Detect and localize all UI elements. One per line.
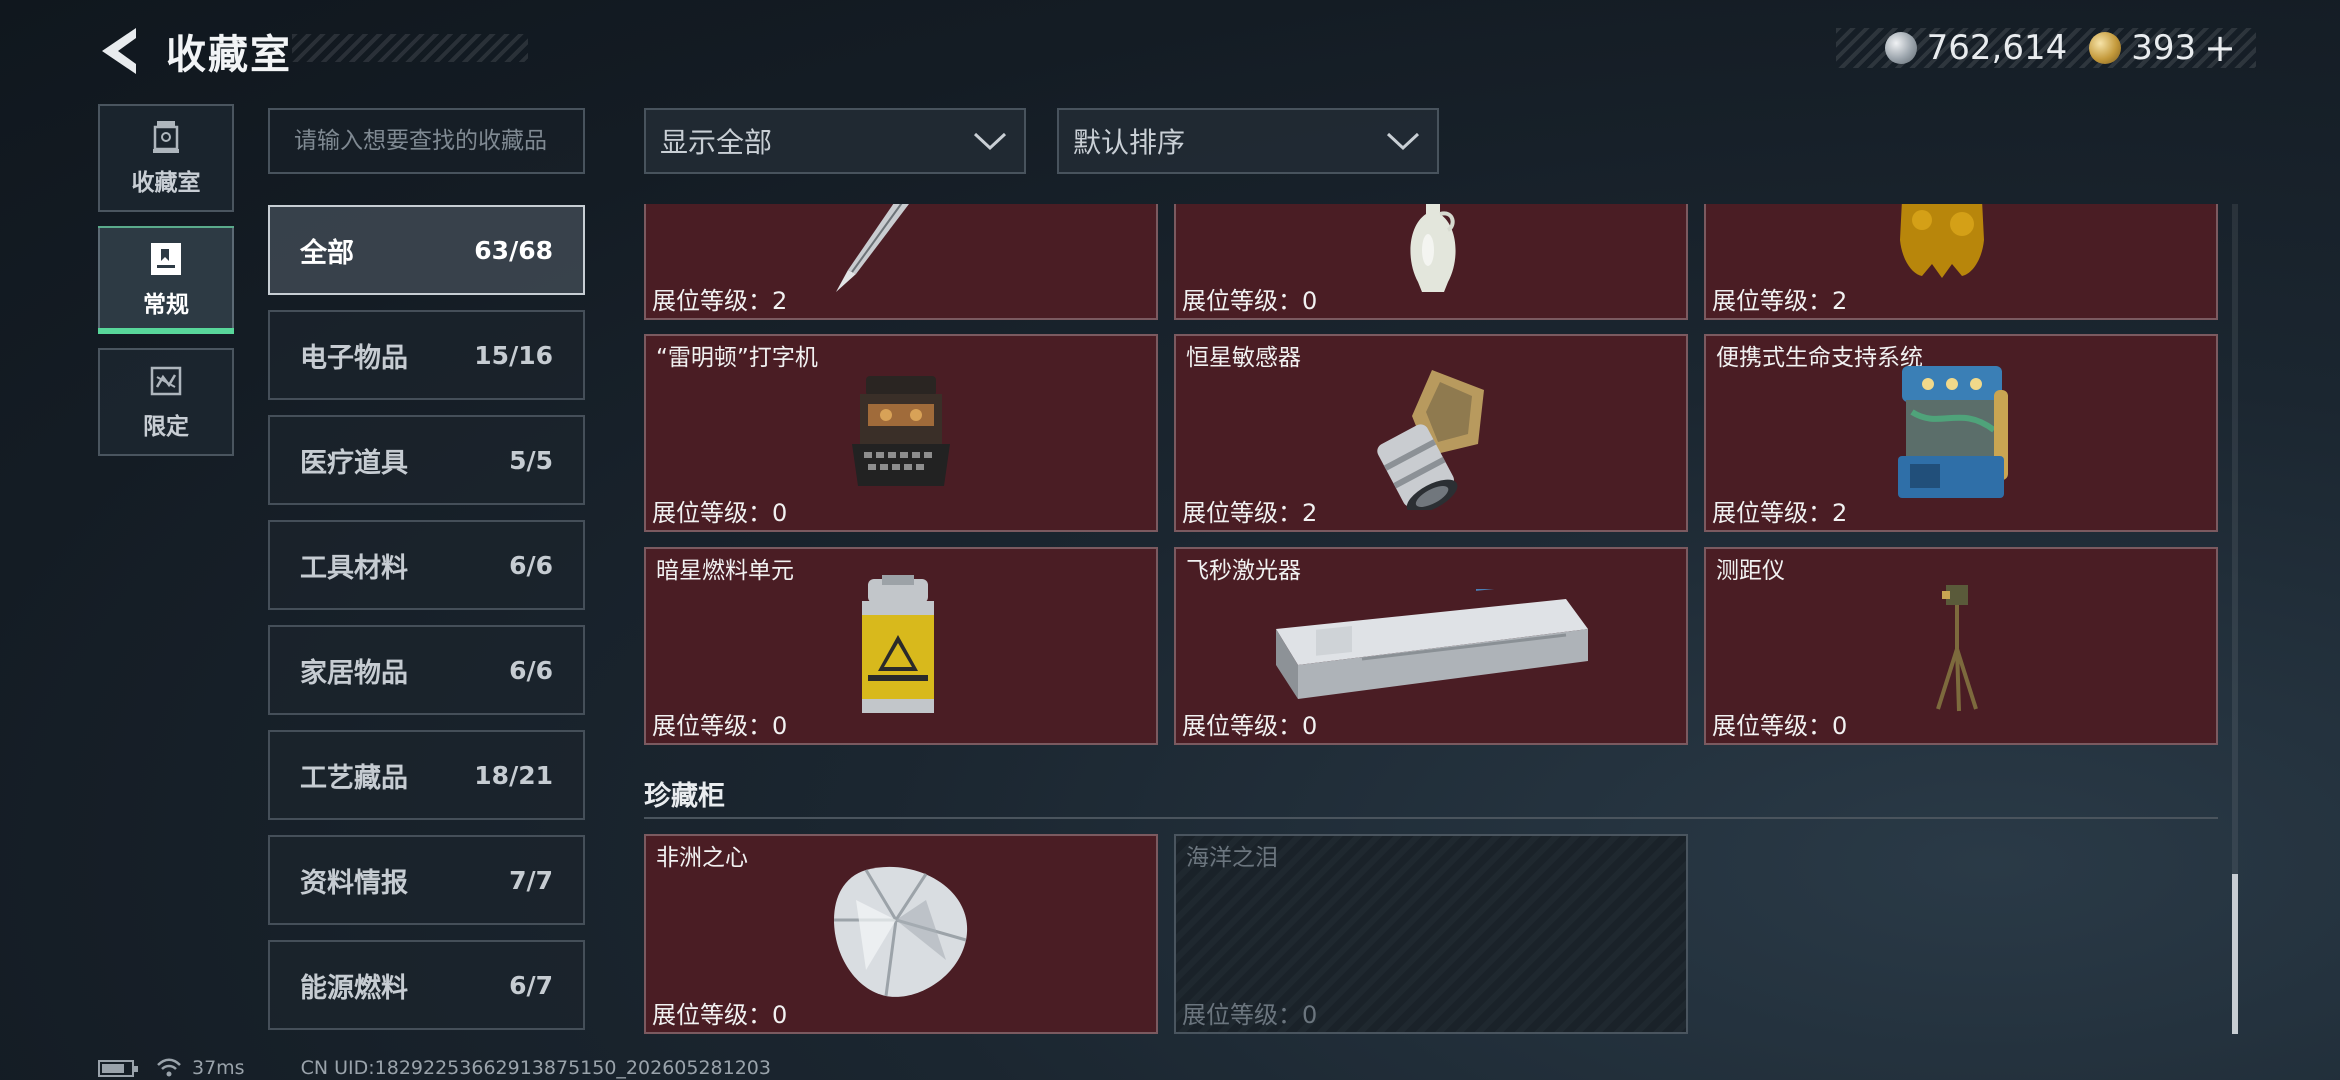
card-level: 展位等级：2: [1712, 287, 1848, 315]
collection-card[interactable]: “雷明顿”打字机 展位等级：0: [644, 334, 1158, 532]
card-level: 展位等级：0: [652, 712, 788, 740]
category-count: 7/7: [509, 865, 553, 895]
collection-card[interactable]: 飞秒激光器 展位等级：0: [1174, 547, 1688, 745]
grid-scrollbar[interactable]: [2232, 204, 2238, 1034]
card-name: 恒星敏感器: [1186, 345, 1301, 371]
category-intel[interactable]: 资料情报 7/7: [268, 835, 585, 925]
collection-card[interactable]: 展位等级：2: [1704, 204, 2218, 320]
category-electronics[interactable]: 电子物品 15/16: [268, 310, 585, 400]
card-level: 展位等级：0: [1712, 712, 1848, 740]
collection-grid[interactable]: 展位等级：2 展位等级：0 展位等级：2 “雷明顿”打字机 展位等级：0 恒星敏…: [644, 204, 2234, 1034]
currency-bar: 762,614 393 +: [1836, 26, 2256, 70]
limited-icon: [149, 363, 183, 399]
category-name: 医疗道具: [300, 447, 408, 479]
laser-device-icon: [1276, 589, 1588, 699]
category-count: 6/7: [509, 970, 553, 1000]
sort-dropdown[interactable]: 默认排序: [1057, 108, 1439, 174]
collection-card[interactable]: 展位等级：2: [644, 204, 1158, 320]
add-currency-button[interactable]: +: [2204, 26, 2236, 70]
category-name: 能源燃料: [300, 972, 408, 1004]
card-level: 展位等级：2: [1712, 499, 1848, 527]
card-level: 展位等级：0: [1182, 1001, 1318, 1029]
status-footer: 37ms CN UID:1829225366291387515​0_202605…: [98, 1056, 771, 1080]
card-name: 飞秒激光器: [1186, 558, 1301, 584]
side-tab-regular[interactable]: 常规: [98, 226, 234, 334]
vase-icon: [1410, 204, 1456, 292]
side-tab-label: 常规: [143, 292, 189, 318]
card-level: 展位等级：2: [1182, 499, 1318, 527]
page-title: 收藏室: [166, 32, 292, 78]
category-count: 6/6: [509, 550, 553, 580]
wifi-icon: [157, 1058, 181, 1077]
category-medical[interactable]: 医疗道具 5/5: [268, 415, 585, 505]
chevron-down-icon: [973, 132, 1007, 151]
card-name: “雷明顿”打字机: [656, 345, 818, 371]
category-name: 工具材料: [300, 552, 408, 584]
collection-card[interactable]: 便携式生命支持系统 展位等级：2: [1704, 334, 2218, 532]
category-name: 工艺藏品: [300, 762, 408, 794]
category-crafts[interactable]: 工艺藏品 18/21: [268, 730, 585, 820]
category-count: 5/5: [509, 445, 553, 475]
statue-icon: [1900, 204, 1984, 278]
filter-dropdown[interactable]: 显示全部: [644, 108, 1026, 174]
filter-value: 显示全部: [660, 126, 773, 159]
collection-card[interactable]: 展位等级：0: [1174, 204, 1688, 320]
trophy-icon: [149, 119, 183, 155]
pen-icon: [836, 204, 909, 292]
category-name: 家居物品: [300, 657, 408, 689]
fuel-canister-icon: [862, 575, 934, 713]
side-tab-limited[interactable]: 限定: [98, 348, 234, 456]
side-tab-label: 收藏室: [131, 170, 201, 196]
battery-icon: [98, 1059, 138, 1077]
silver-coin-icon: [1884, 32, 1917, 64]
gold-coin-icon: [2089, 32, 2122, 64]
category-household[interactable]: 家居物品 6/6: [268, 625, 585, 715]
document-icon: [149, 241, 183, 277]
category-name: 资料情报: [300, 867, 408, 899]
card-name: 暗星燃料单元: [656, 558, 794, 584]
title-decoration: [292, 34, 528, 62]
life-support-icon: [1898, 366, 2008, 498]
collection-card[interactable]: 测距仪 展位等级：0: [1704, 547, 2218, 745]
ping-value: 37ms: [192, 1057, 245, 1079]
category-count: 6/6: [509, 655, 553, 685]
rangefinder-icon: [1936, 585, 1978, 712]
cabinet-card-locked[interactable]: 海洋之泪 展位等级：0: [1174, 834, 1688, 1034]
category-all[interactable]: 全部 63/68: [268, 205, 585, 295]
silver-currency-value: 762,614: [1926, 28, 2068, 68]
scrollbar-thumb[interactable]: [2232, 874, 2238, 1034]
cabinet-card[interactable]: 非洲之心 展位等级：0: [644, 834, 1158, 1034]
typewriter-icon: [852, 376, 950, 486]
star-sensor-icon: [1377, 370, 1484, 510]
card-level: 展位等级：0: [652, 1001, 788, 1029]
sort-value: 默认排序: [1073, 126, 1186, 159]
category-count: 15/16: [474, 340, 553, 370]
card-name: 海洋之泪: [1186, 845, 1278, 871]
section-divider: [644, 817, 2218, 819]
category-name: 全部: [300, 237, 354, 269]
card-level: 展位等级：0: [1182, 712, 1318, 740]
side-tab-label: 限定: [143, 414, 189, 440]
category-tools[interactable]: 工具材料 6/6: [268, 520, 585, 610]
card-level: 展位等级：2: [652, 287, 788, 315]
search-input[interactable]: [268, 108, 585, 174]
collection-card[interactable]: 恒星敏感器 展位等级：2: [1174, 334, 1688, 532]
card-level: 展位等级：0: [652, 499, 788, 527]
chevron-down-icon: [1386, 132, 1420, 151]
card-name: 测距仪: [1716, 558, 1785, 584]
collection-card[interactable]: 暗星燃料单元 展位等级：0: [644, 547, 1158, 745]
category-name: 电子物品: [300, 342, 408, 374]
category-energy[interactable]: 能源燃料 6/7: [268, 940, 585, 1030]
back-arrow-icon: [102, 28, 136, 74]
diamond-icon: [834, 866, 968, 997]
section-title-cabinet: 珍藏柜: [644, 781, 725, 812]
user-uid: CN UID:1829225366291387515​0_20260528120…: [300, 1057, 771, 1079]
card-name: 非洲之心: [656, 845, 748, 871]
back-button[interactable]: [96, 24, 144, 78]
category-count: 18/21: [474, 760, 553, 790]
gold-currency-value: 393: [2131, 28, 2197, 68]
category-count: 63/68: [474, 235, 553, 265]
card-level: 展位等级：0: [1182, 287, 1318, 315]
side-tab-collection-room[interactable]: 收藏室: [98, 104, 234, 212]
